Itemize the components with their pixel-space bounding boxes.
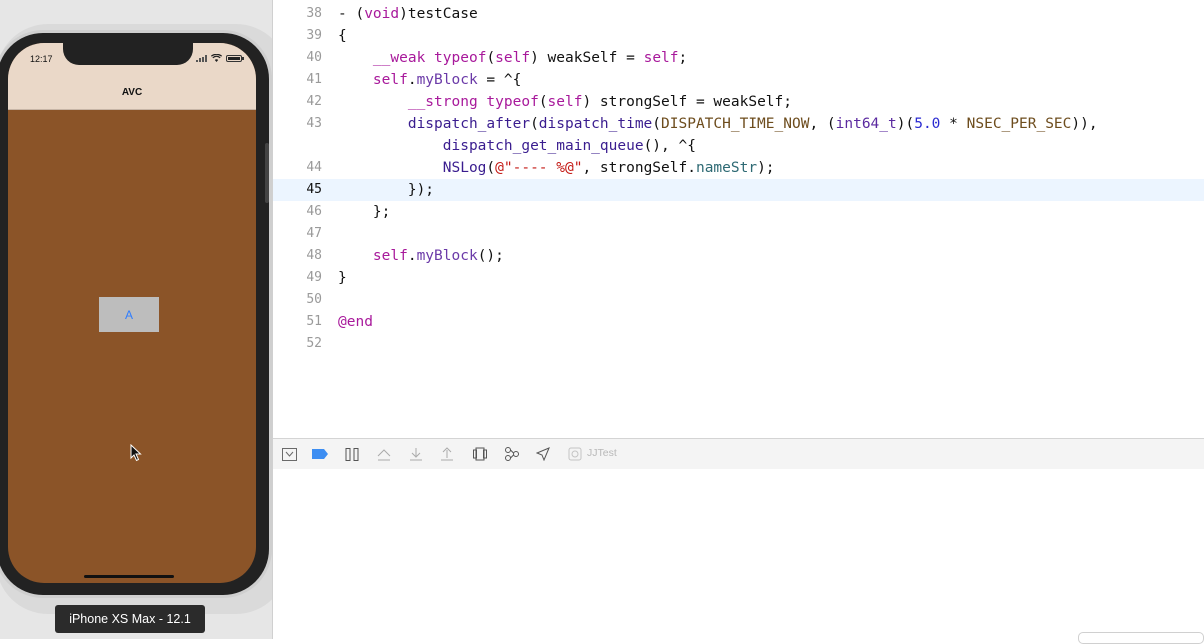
debug-bar: JJTest [273,438,1204,470]
line-number[interactable]: 41 [273,69,322,91]
location-icon[interactable] [535,446,551,462]
line-number[interactable]: 47 [273,223,322,245]
code-line[interactable]: 42 __strong typeof(self) strongSelf = we… [273,91,1204,113]
step-over-icon[interactable] [376,446,392,462]
hide-console-icon[interactable] [281,446,297,462]
line-number[interactable]: 51 [273,311,322,333]
breakpoint-icon[interactable] [312,446,328,462]
nav-title: AVC [121,86,143,98]
line-number[interactable]: 49 [273,267,322,289]
home-indicator[interactable] [84,575,174,578]
code-text: } [338,270,347,286]
code-line[interactable]: 50 [273,289,1204,311]
code-line[interactable]: 47 [273,223,1204,245]
code-text: NSLog(@"---- %@", strongSelf.nameStr); [442,160,775,176]
view-debugger-icon[interactable] [472,446,488,462]
code-line[interactable]: 46 }; [273,201,1204,223]
side-button [265,143,269,203]
code-text: dispatch_after(dispatch_time(DISPATCH_TI… [407,116,1098,132]
status-time: 12:17 [30,54,53,64]
line-number[interactable]: 52 [273,333,322,355]
code-editor[interactable]: 38 - (void)testCase 39 {40 __weak typeof(se… [273,0,1204,438]
line-number[interactable]: 50 [273,289,322,311]
memory-graph-icon[interactable] [504,446,520,462]
debug-console[interactable] [273,469,1204,644]
code-line[interactable]: dispatch_get_main_queue(), ^{ [273,135,1204,157]
code-line[interactable]: 40 __weak typeof(self) weakSelf = self; [273,47,1204,69]
navigation-bar: AVC [8,75,256,110]
code-text: __strong typeof(self) strongSelf = weakS… [407,94,792,110]
step-out-icon[interactable] [439,446,455,462]
code-text: self.myBlock = ^{ [372,72,522,88]
code-line[interactable]: 44 NSLog(@"---- %@", strongSelf.nameStr)… [273,157,1204,179]
iphone-frame: 12:17 AVC A [0,33,269,595]
signal-icon [196,54,207,62]
scheme-icon[interactable] [567,446,583,462]
code-text: self.myBlock(); [372,248,504,264]
code-line[interactable]: 38 - (void)testCase [273,3,1204,25]
code-line[interactable]: 52 [273,333,1204,355]
mouse-cursor-icon [130,444,142,462]
code-line[interactable]: 51 @end [273,311,1204,333]
code-line[interactable]: 39 { [273,25,1204,47]
console-filter-field[interactable] [1078,632,1204,644]
wifi-icon [211,54,222,62]
code-text: __weak typeof(self) weakSelf = self; [372,50,688,66]
line-number[interactable]: 44 [273,157,322,179]
code-text: - (void)testCase [338,6,478,22]
notch [63,43,193,65]
code-text: }; [338,204,391,220]
line-number[interactable]: 45 [273,179,322,201]
code-text: }); [338,182,435,198]
code-line[interactable]: 43 dispatch_after(dispatch_time(DISPATCH… [273,113,1204,135]
status-bar: 12:17 [8,43,256,75]
status-icons [196,53,244,63]
debug-target-label[interactable]: JJTest [587,447,617,459]
code-text: @end [338,314,373,330]
line-number[interactable]: 40 [273,47,322,69]
code-line[interactable]: 49} [273,267,1204,289]
battery-icon [226,54,244,62]
line-number[interactable]: 48 [273,245,322,267]
line-number[interactable]: 46 [273,201,322,223]
line-number[interactable]: 43 [273,113,322,135]
code-line[interactable]: 41 self.myBlock = ^{ [273,69,1204,91]
line-number[interactable]: 39 [273,25,322,47]
device-label: iPhone XS Max - 12.1 [55,605,205,633]
code-line[interactable]: 45 }); [273,179,1204,201]
line-number[interactable]: 42 [273,91,322,113]
code-text: { [338,28,347,44]
step-into-icon[interactable] [408,446,424,462]
a-button[interactable]: A [99,297,159,332]
line-number[interactable]: 38 [273,3,322,25]
simulator-screen[interactable]: 12:17 AVC A [8,43,256,583]
pause-icon[interactable] [344,446,360,462]
simulator-window: 12:17 AVC A iPhone XS Max - 12.1 [0,0,288,639]
code-text: dispatch_get_main_queue(), ^{ [442,138,696,154]
code-line[interactable]: 48 self.myBlock(); [273,245,1204,267]
